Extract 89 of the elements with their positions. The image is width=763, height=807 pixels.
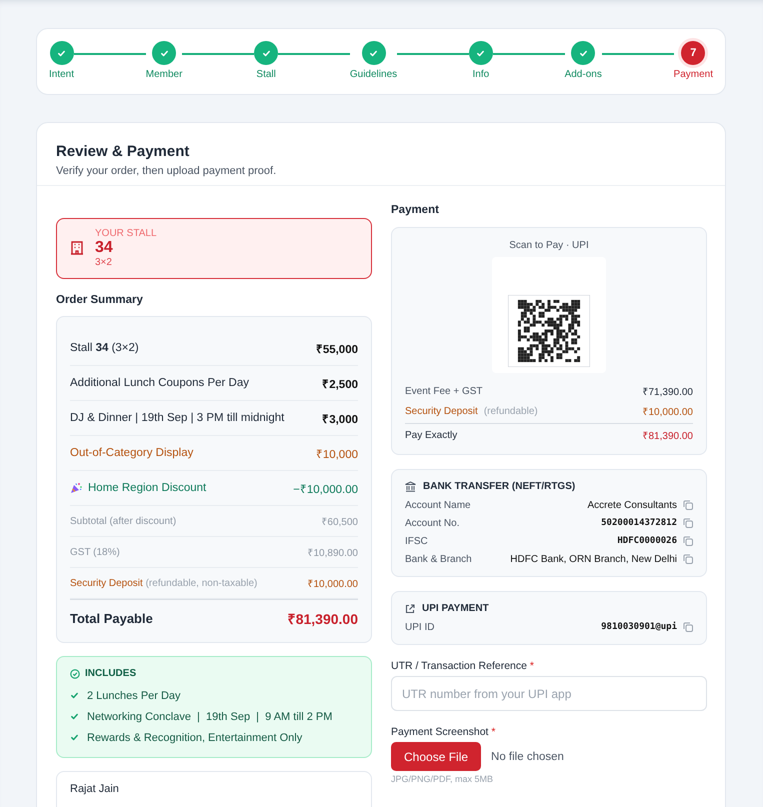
stall-size: 3×2	[95, 257, 113, 268]
utr-input[interactable]: UTR number from your UPI app	[391, 676, 707, 711]
check-icon	[476, 48, 486, 58]
bank-icon	[405, 481, 416, 492]
check-icon	[578, 48, 588, 58]
summary-label: GST (18%)	[70, 546, 120, 558]
payment-amount: ₹81,390.00	[642, 430, 693, 442]
includes-item: Rewards & Recognition, Entertainment Only	[87, 732, 302, 744]
choose-file-button[interactable]: Choose File	[391, 742, 482, 771]
external-link-icon	[405, 604, 415, 614]
copy-icon[interactable]	[683, 518, 693, 528]
field-value: Accrete Consultants	[588, 500, 677, 510]
step-circle[interactable]	[468, 41, 493, 65]
step-circle[interactable]: 7	[681, 41, 706, 65]
step-label[interactable]: Guidelines	[350, 69, 398, 80]
payment-label: Event Fee + GST	[405, 386, 483, 396]
summary-amount: ₹3,000	[322, 412, 358, 426]
payment-amount: ₹71,390.00	[642, 386, 693, 398]
check-icon	[70, 691, 79, 700]
step-number: 7	[690, 47, 696, 59]
summary-label: DJ & Dinner | 19th Sep | 3 PM till midnight	[70, 412, 284, 424]
field-value: 50200014372812	[601, 518, 677, 528]
summary-label: Security Deposit (refundable, non-taxable)	[70, 578, 258, 588]
building-icon	[71, 241, 83, 255]
summary-amount: ₹60,500	[321, 516, 358, 528]
step-circle[interactable]	[571, 41, 596, 65]
step-circle[interactable]	[152, 41, 176, 65]
stall-number: 34	[95, 239, 114, 257]
step-circle[interactable]	[50, 41, 74, 65]
summary-amount: ₹10,000	[316, 448, 358, 460]
summary-label: Additional Lunch Coupons Per Day	[70, 377, 250, 389]
summary-amount: ₹81,390.00	[288, 610, 358, 628]
copy-icon[interactable]	[683, 536, 693, 546]
summary-label: Total Payable	[70, 610, 153, 626]
stall-caption: YOUR STALL	[95, 228, 156, 239]
check-icon	[369, 48, 378, 58]
includes-item: Networking Conclave | 19th Sep | 9 AM till 2 PM	[87, 710, 332, 722]
field-value: 9810030901@upi	[601, 622, 677, 632]
field-value: HDFC Bank, ORN Branch, New Delhi	[510, 554, 677, 564]
check-circle-icon	[70, 668, 80, 678]
field-label: UPI ID	[405, 622, 434, 632]
payment-label: Pay Exactly	[405, 430, 458, 440]
step-label[interactable]: Stall	[256, 69, 276, 80]
check-icon	[160, 48, 169, 58]
panel-title: BANK TRANSFER (NEFT/RTGS)	[423, 481, 576, 492]
includes-item: 2 Lunches Per Day	[87, 690, 181, 702]
page-title: Review & Payment	[56, 143, 190, 160]
step-label[interactable]: Member	[146, 69, 182, 80]
contact-name: Rajat Jain	[70, 783, 119, 795]
check-icon	[262, 48, 271, 58]
section-title: Payment	[391, 204, 440, 216]
copy-icon[interactable]	[683, 554, 693, 564]
file-status: No file chosen	[491, 750, 564, 762]
summary-label: Subtotal (after discount)	[70, 516, 176, 526]
check-icon	[57, 48, 66, 58]
page-subtitle: Verify your order, then upload payment proof.	[56, 165, 278, 177]
step-circle[interactable]	[362, 41, 386, 65]
step-label[interactable]: Info	[472, 69, 490, 80]
field-label: Account Name	[405, 500, 471, 510]
payment-label: Security Deposit (refundable)	[405, 406, 538, 416]
summary-label: Home Region Discount	[88, 482, 206, 494]
includes-title: INCLUDES	[85, 668, 136, 679]
copy-icon[interactable]	[683, 500, 693, 510]
panel-title: UPI PAYMENT	[422, 603, 489, 614]
party-popper-icon	[70, 482, 82, 494]
summary-amount: ₹55,000	[316, 342, 358, 356]
field-label: Bank & Branch	[405, 554, 472, 564]
step-label[interactable]: Intent	[49, 69, 74, 80]
section-title: Order Summary	[56, 294, 144, 306]
summary-amount: ₹10,890.00	[308, 547, 358, 559]
field-label: Account No.	[405, 518, 460, 528]
summary-amount: ₹10,000.00	[308, 578, 358, 590]
qr-caption: Scan to Pay · UPI	[508, 240, 590, 251]
check-icon	[70, 733, 79, 742]
summary-amount: ₹2,500	[322, 378, 358, 390]
field-label: UTR / Transaction Reference *	[391, 660, 535, 672]
payment-amount: ₹10,000.00	[642, 406, 693, 418]
step-circle[interactable]	[254, 41, 278, 65]
copy-icon[interactable]	[683, 622, 693, 632]
field-label: IFSC	[405, 536, 428, 546]
step-label[interactable]: Payment	[674, 69, 714, 80]
check-icon	[70, 712, 79, 721]
summary-amount: −₹10,000.00	[293, 482, 358, 496]
summary-label: Stall 34 (3×2)	[70, 342, 139, 354]
summary-label: Out-of-Category Display	[70, 447, 194, 459]
file-hint: JPG/PNG/PDF, max 5MB	[391, 774, 494, 784]
field-value: HDFC0000026	[617, 536, 677, 546]
field-label: Payment Screenshot *	[391, 726, 496, 738]
step-label[interactable]: Add-ons	[564, 69, 602, 80]
